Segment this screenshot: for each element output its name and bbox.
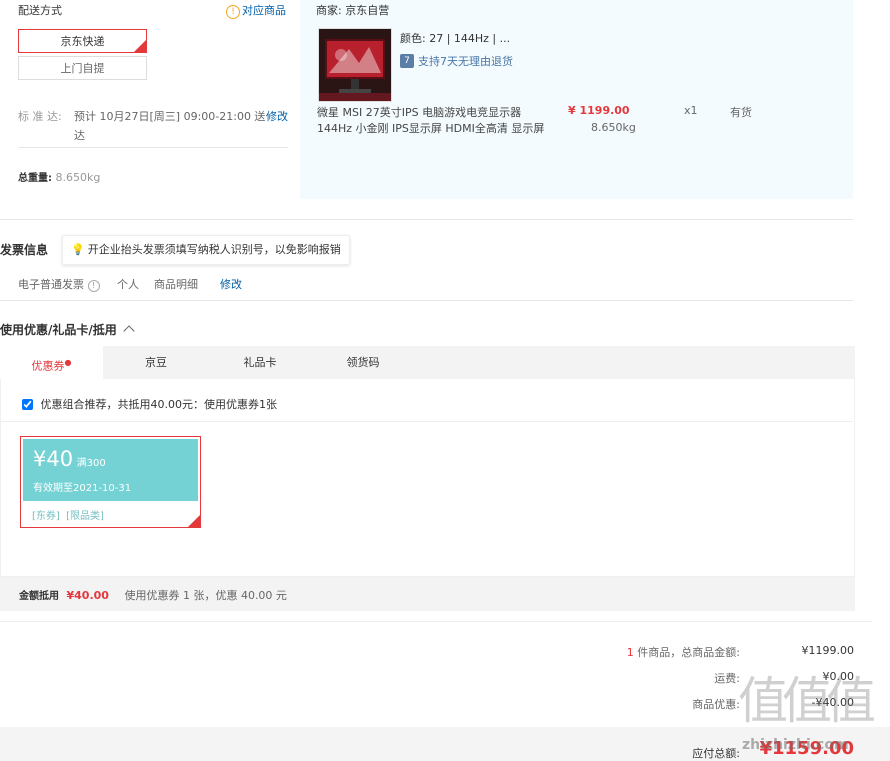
invoice-person: 个人 <box>117 278 139 291</box>
std-delivery-label: 标 准 达: <box>18 110 62 123</box>
summary-count: 1 <box>626 646 634 659</box>
coupon-top: ¥40 满300 有效期至2021-10-31 <box>23 439 198 501</box>
summary-count-text: 件商品，总商品金额: <box>637 646 740 659</box>
product-price: ¥ 1199.00 <box>568 104 630 117</box>
discount-title-label: 使用优惠/礼品卡/抵用 <box>0 323 117 337</box>
footer-amount: ¥40.00 <box>66 589 109 602</box>
invoice-modify-link[interactable]: 修改 <box>220 276 242 292</box>
footer-text: 使用优惠券 1 张，优惠 40.00 元 <box>124 589 287 602</box>
invoice-tip: 💡 开企业抬头发票须填写纳税人识别号，以免影响报销 <box>62 235 350 265</box>
merchant-label: 商家: <box>316 4 342 17</box>
related-goods-label: 对应商品 <box>242 4 286 17</box>
total-weight-value: 8.650kg <box>55 171 101 184</box>
delivery-modify-link[interactable]: 修改 <box>266 108 288 124</box>
ship-option-pickup[interactable]: 上门自提 <box>18 56 147 80</box>
invoice-type: 电子普通发票 ! <box>18 276 100 292</box>
discount-label: 商品优惠: <box>692 698 740 711</box>
coupon-condition: 满300 <box>76 458 106 469</box>
product-name-line2[interactable]: 144Hz 小金刚 IPS显示屏 HDMI全高清 显示屏 <box>317 120 544 136</box>
tab-jingdou[interactable]: 京豆 <box>106 346 206 379</box>
watermark-site: zhizhizhi.com <box>742 737 849 753</box>
total-weight: 总重量: 8.650kg <box>18 169 100 184</box>
return-7day-icon: 7 <box>400 54 414 68</box>
product-color-attr: 颜色: 27 | 144Hz | ... <box>400 32 511 45</box>
product-qty: x1 <box>684 104 698 117</box>
return-policy: 7 支持7天无理由退货 <box>400 53 513 69</box>
coupon-combo: 优惠组合推荐，共抵用40.00元：使用优惠券1张 <box>22 396 277 412</box>
return-policy-text: 支持7天无理由退货 <box>418 55 513 68</box>
std-delivery-time-cont: 达 <box>74 129 85 142</box>
combo-checkbox[interactable] <box>22 398 33 410</box>
payable-label: 应付总额: <box>692 747 740 760</box>
product-stock: 有货 <box>730 106 752 119</box>
delivery-divider <box>18 147 288 148</box>
delivery-title: 配送方式 <box>18 4 62 17</box>
section-divider-2 <box>0 300 853 301</box>
invoice-title: 发票信息 <box>0 243 49 257</box>
total-weight-label: 总重量: <box>18 173 52 184</box>
lightbulb-icon: 💡 <box>71 243 85 256</box>
std-delivery-time: 预计 10月27日[周三] 09:00-21:00 送 <box>74 110 266 123</box>
coupon-valid: 有效期至2021-10-31 <box>33 483 132 494</box>
tab-coupons[interactable]: 优惠券● <box>0 346 103 379</box>
warning-icon: ! <box>226 5 240 19</box>
footer-label: 金额抵用 <box>19 591 59 602</box>
invoice-type-label: 电子普通发票 <box>18 278 84 291</box>
watermark-logo: 值值值 <box>738 672 876 730</box>
shipping-label: 运费: <box>714 672 740 685</box>
product-weight: 8.650kg <box>591 121 636 134</box>
coupon-divider <box>1 421 853 422</box>
coupon-tags: [东券] [限品类] <box>32 511 104 522</box>
coupon-amount-row: ¥40 满300 <box>33 447 106 471</box>
discount-tabs: 优惠券● 京豆 礼品卡 领货码 <box>0 346 855 379</box>
combo-text: 优惠组合推荐，共抵用40.00元：使用优惠券1张 <box>40 398 278 411</box>
chevron-up-icon <box>123 325 135 337</box>
tab-pickup-code[interactable]: 领货码 <box>313 346 413 379</box>
info-icon[interactable]: ! <box>87 280 100 292</box>
product-name-line1[interactable]: 微星 MSI 27英寸IPS 电脑游戏电竞显示器 <box>317 104 521 120</box>
coupon-amount: ¥40 <box>33 447 74 471</box>
merchant-name: 京东自营 <box>345 4 390 17</box>
product-thumbnail[interactable] <box>318 28 392 102</box>
related-goods-link[interactable]: ! 对应商品 <box>226 2 286 19</box>
tab-coupons-label: 优惠券 <box>31 359 65 373</box>
section-divider-1 <box>0 219 853 220</box>
summary-total-goods: ¥1199.00 <box>801 644 855 657</box>
new-dot-icon: ● <box>64 358 72 367</box>
discount-title[interactable]: 使用优惠/礼品卡/抵用 <box>0 321 135 338</box>
ship-option-jd-express[interactable]: 京东快递 <box>18 29 147 54</box>
invoice-content: 商品明细 <box>154 278 198 291</box>
tab-gift-card[interactable]: 礼品卡 <box>210 346 310 379</box>
discount-footer-row: 金额抵用 ¥40.00 使用优惠券 1 张，优惠 40.00 元 <box>19 587 287 603</box>
merchant-info: 商家: 京东自营 <box>316 2 389 18</box>
summary-goods-row: 1 件商品，总商品金额: <box>627 644 740 660</box>
section-divider-3 <box>0 621 872 622</box>
coupon-card[interactable]: ¥40 满300 有效期至2021-10-31 [东券] [限品类] <box>20 436 201 528</box>
monitor-image <box>319 29 391 101</box>
invoice-tip-text: 开企业抬头发票须填写纳税人识别号，以免影响报销 <box>87 243 341 256</box>
